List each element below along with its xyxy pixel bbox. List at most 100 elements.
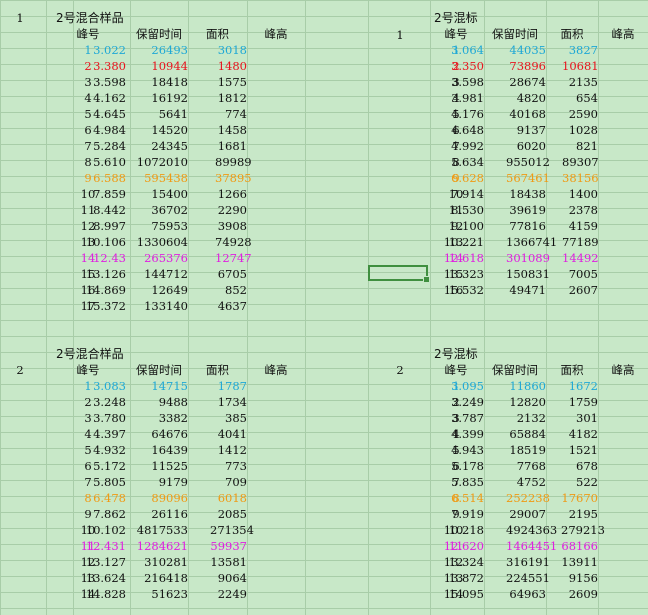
cell-peak-height[interactable]: 3908: [215, 218, 247, 234]
cell-area[interactable]: 133140: [130, 298, 188, 314]
cell-peak-height[interactable]: 68166: [561, 538, 598, 554]
cell-retention-time[interactable]: 5.610: [64, 154, 126, 170]
cell-retention-time[interactable]: 13.127: [64, 554, 126, 570]
cell-area[interactable]: 49471: [506, 282, 546, 298]
block-title[interactable]: 2号混标: [434, 346, 478, 362]
cell-retention-time[interactable]: 7.919: [428, 506, 484, 522]
cell-peak-height[interactable]: 774: [215, 106, 247, 122]
cell-area[interactable]: 51623: [130, 586, 188, 602]
column-header-retention-time[interactable]: 保留时间: [130, 26, 188, 42]
group-label[interactable]: 2: [8, 362, 32, 378]
group-label[interactable]: 1: [8, 10, 32, 26]
cell-peak-height[interactable]: 1412: [210, 442, 247, 458]
group-label[interactable]: 2: [388, 362, 412, 378]
cell-retention-time[interactable]: 8.530: [428, 202, 484, 218]
cell-retention-time[interactable]: 8.442: [64, 202, 126, 218]
cell-peak-height[interactable]: 13911: [561, 554, 598, 570]
cell-retention-time[interactable]: 5.634: [428, 154, 484, 170]
cell-peak-height[interactable]: 1759: [561, 394, 598, 410]
cell-area[interactable]: 64676: [130, 426, 188, 442]
cell-retention-time[interactable]: 12.431: [64, 538, 126, 554]
cell-area[interactable]: 75953: [130, 218, 188, 234]
cell-peak-height[interactable]: 9156: [561, 570, 598, 586]
cell-area[interactable]: 89096: [130, 490, 188, 506]
cell-retention-time[interactable]: 3.095: [428, 378, 484, 394]
cell-peak-height[interactable]: 3018: [215, 42, 247, 58]
cell-retention-time[interactable]: 4.176: [428, 106, 484, 122]
cell-retention-time[interactable]: 5.178: [428, 458, 484, 474]
cell-peak-height[interactable]: 1672: [561, 378, 598, 394]
cell-retention-time[interactable]: 4.943: [428, 442, 484, 458]
cell-area[interactable]: 14520: [130, 122, 188, 138]
cell-retention-time[interactable]: 12.43: [64, 250, 126, 266]
cell-peak-height[interactable]: 522: [561, 474, 598, 490]
column-header-peak-number[interactable]: 峰号: [426, 362, 486, 378]
cell-peak-height[interactable]: 7005: [562, 266, 598, 282]
cell-peak-height[interactable]: 709: [210, 474, 247, 490]
cell-retention-time[interactable]: 3.083: [64, 378, 126, 394]
cell-retention-time[interactable]: 10.106: [64, 234, 126, 250]
cell-area[interactable]: 5641: [130, 106, 188, 122]
cell-area[interactable]: 10944: [130, 58, 188, 74]
cell-area[interactable]: 11860: [506, 378, 546, 394]
cell-peak-height[interactable]: 1028: [562, 122, 598, 138]
cell-peak-height[interactable]: 38156: [562, 170, 599, 186]
cell-area[interactable]: 9137: [506, 122, 546, 138]
cell-area[interactable]: 77816: [506, 218, 546, 234]
column-header-area[interactable]: 面积: [188, 26, 247, 42]
cell-retention-time[interactable]: 3.598: [428, 74, 484, 90]
cell-area[interactable]: 15400: [130, 186, 188, 202]
cell-peak-height[interactable]: 2085: [210, 506, 247, 522]
cell-peak-height[interactable]: 89307: [562, 154, 599, 170]
cell-area[interactable]: 252238: [506, 490, 550, 506]
cell-peak-height[interactable]: 1266: [215, 186, 247, 202]
cell-peak-height[interactable]: 74928: [215, 234, 252, 250]
cell-peak-height[interactable]: 9064: [210, 570, 247, 586]
block-title[interactable]: 2号混合样品: [56, 10, 124, 26]
cell-peak-height[interactable]: 2609: [561, 586, 598, 602]
cell-retention-time[interactable]: 4.648: [428, 122, 484, 138]
cell-peak-height[interactable]: 1575: [215, 74, 247, 90]
cell-peak-height[interactable]: 2135: [562, 74, 598, 90]
cell-retention-time[interactable]: 13.323: [428, 266, 484, 282]
cell-peak-height[interactable]: 385: [210, 410, 247, 426]
cell-area[interactable]: 301089: [506, 250, 550, 266]
cell-peak-height[interactable]: 1681: [215, 138, 247, 154]
cell-peak-height[interactable]: 301: [561, 410, 598, 426]
cell-retention-time[interactable]: 12.620: [428, 538, 484, 554]
cell-area[interactable]: 29007: [506, 506, 546, 522]
cell-retention-time[interactable]: 10.221: [428, 234, 484, 250]
cell-area[interactable]: 7768: [506, 458, 546, 474]
cell-retention-time[interactable]: 4.645: [64, 106, 126, 122]
cell-peak-height[interactable]: 12747: [215, 250, 252, 266]
column-header-area[interactable]: 面积: [546, 26, 598, 42]
cell-area[interactable]: 65884: [506, 426, 546, 442]
cell-area[interactable]: 73896: [506, 58, 546, 74]
cell-peak-height[interactable]: 2607: [562, 282, 598, 298]
cell-peak-height[interactable]: 13581: [210, 554, 247, 570]
cell-retention-time[interactable]: 5.805: [64, 474, 126, 490]
cell-retention-time[interactable]: 6.628: [428, 170, 484, 186]
cell-retention-time[interactable]: 13.126: [64, 266, 126, 282]
block-title[interactable]: 2号混标: [434, 10, 478, 26]
cell-peak-height[interactable]: 1458: [215, 122, 247, 138]
cell-area[interactable]: 3382: [130, 410, 188, 426]
cell-retention-time[interactable]: 3.064: [428, 42, 484, 58]
cell-peak-height[interactable]: 10681: [562, 58, 599, 74]
cell-retention-time[interactable]: 13.872: [428, 570, 484, 586]
cell-peak-height[interactable]: 4159: [562, 218, 598, 234]
cell-peak-height[interactable]: 3827: [562, 42, 598, 58]
cell-area[interactable]: 24345: [130, 138, 188, 154]
cell-retention-time[interactable]: 9.100: [428, 218, 484, 234]
cell-area[interactable]: 4924363: [506, 522, 557, 538]
cell-retention-time[interactable]: 13.624: [64, 570, 126, 586]
cell-peak-height[interactable]: 4637: [215, 298, 247, 314]
cell-area[interactable]: 1330604: [130, 234, 188, 250]
column-header-retention-time[interactable]: 保留时间: [484, 362, 546, 378]
cell-retention-time[interactable]: 7.859: [64, 186, 126, 202]
cell-retention-time[interactable]: 3.248: [64, 394, 126, 410]
cell-peak-height[interactable]: 1812: [215, 90, 247, 106]
cell-area[interactable]: 14715: [130, 378, 188, 394]
cell-peak-height[interactable]: 821: [562, 138, 598, 154]
cell-area[interactable]: 26116: [130, 506, 188, 522]
